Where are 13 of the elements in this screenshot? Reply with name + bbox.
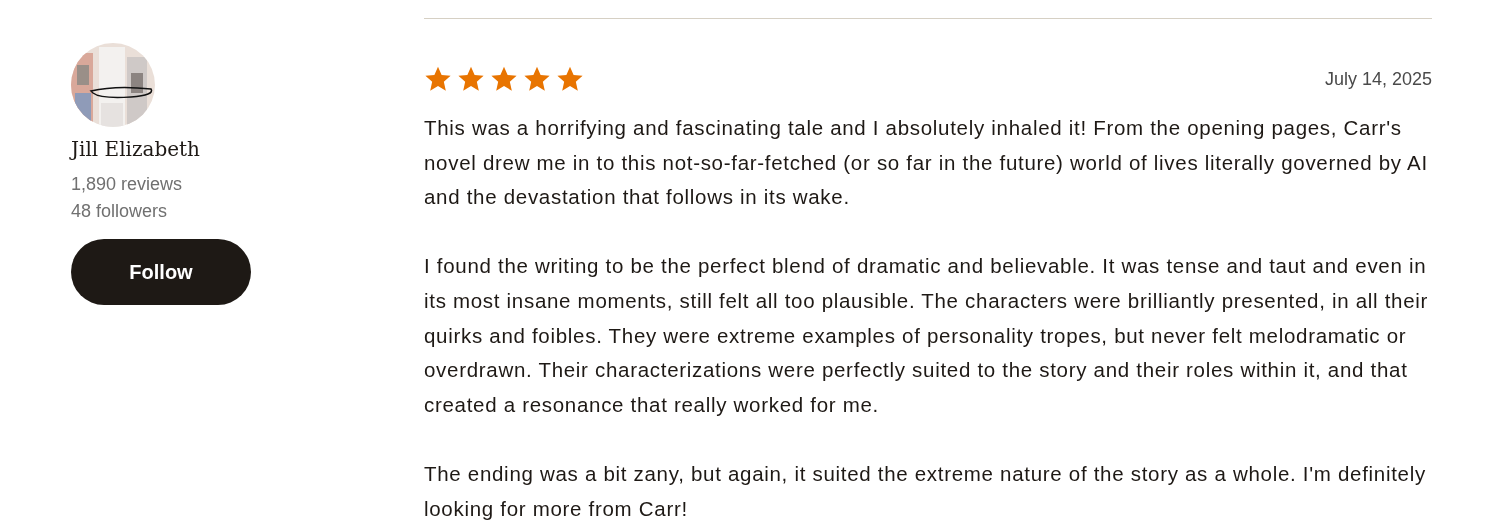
follower-count: 48 followers xyxy=(71,200,168,223)
star-icon xyxy=(457,65,485,93)
star-icon xyxy=(424,65,452,93)
review-date: July 14, 2025 xyxy=(1324,68,1432,90)
star-icon xyxy=(490,65,518,93)
reviewer-name[interactable]: Jill Elizabeth xyxy=(71,137,200,161)
star-icon xyxy=(556,65,584,93)
follow-button[interactable]: Follow xyxy=(71,239,251,305)
review-paragraph: This was a horrifying and fascinating tale and I absolutely inhaled it! From the opening pages, Carr's novel drew me in to this not-so-far-fetched (or so far in the future) world of lives literally governed by AI and the devastation that follows in its wake. xyxy=(424,115,1429,211)
review-paragraph: I found the writing to be the perfect blend of dramatic and believable. It was tense and taut and even in its most insane moments, still felt all too plausible. The characters were brilliantly presented, in all their quirks and foibles. They were extreme examples of personality tropes, but never felt melodramatic or overdrawn. Their characterizations were perfectly suited to the story and their roles within it, and that created a resonance that really worked for me. xyxy=(424,253,1430,418)
star-icon xyxy=(523,65,551,93)
review-paragraph: The ending was a bit zany, but again, it suited the extreme nature of the story as a whole. I'm definitely looking for more from Carr! xyxy=(424,460,1427,522)
review-count: 1,890 reviews xyxy=(71,173,183,196)
